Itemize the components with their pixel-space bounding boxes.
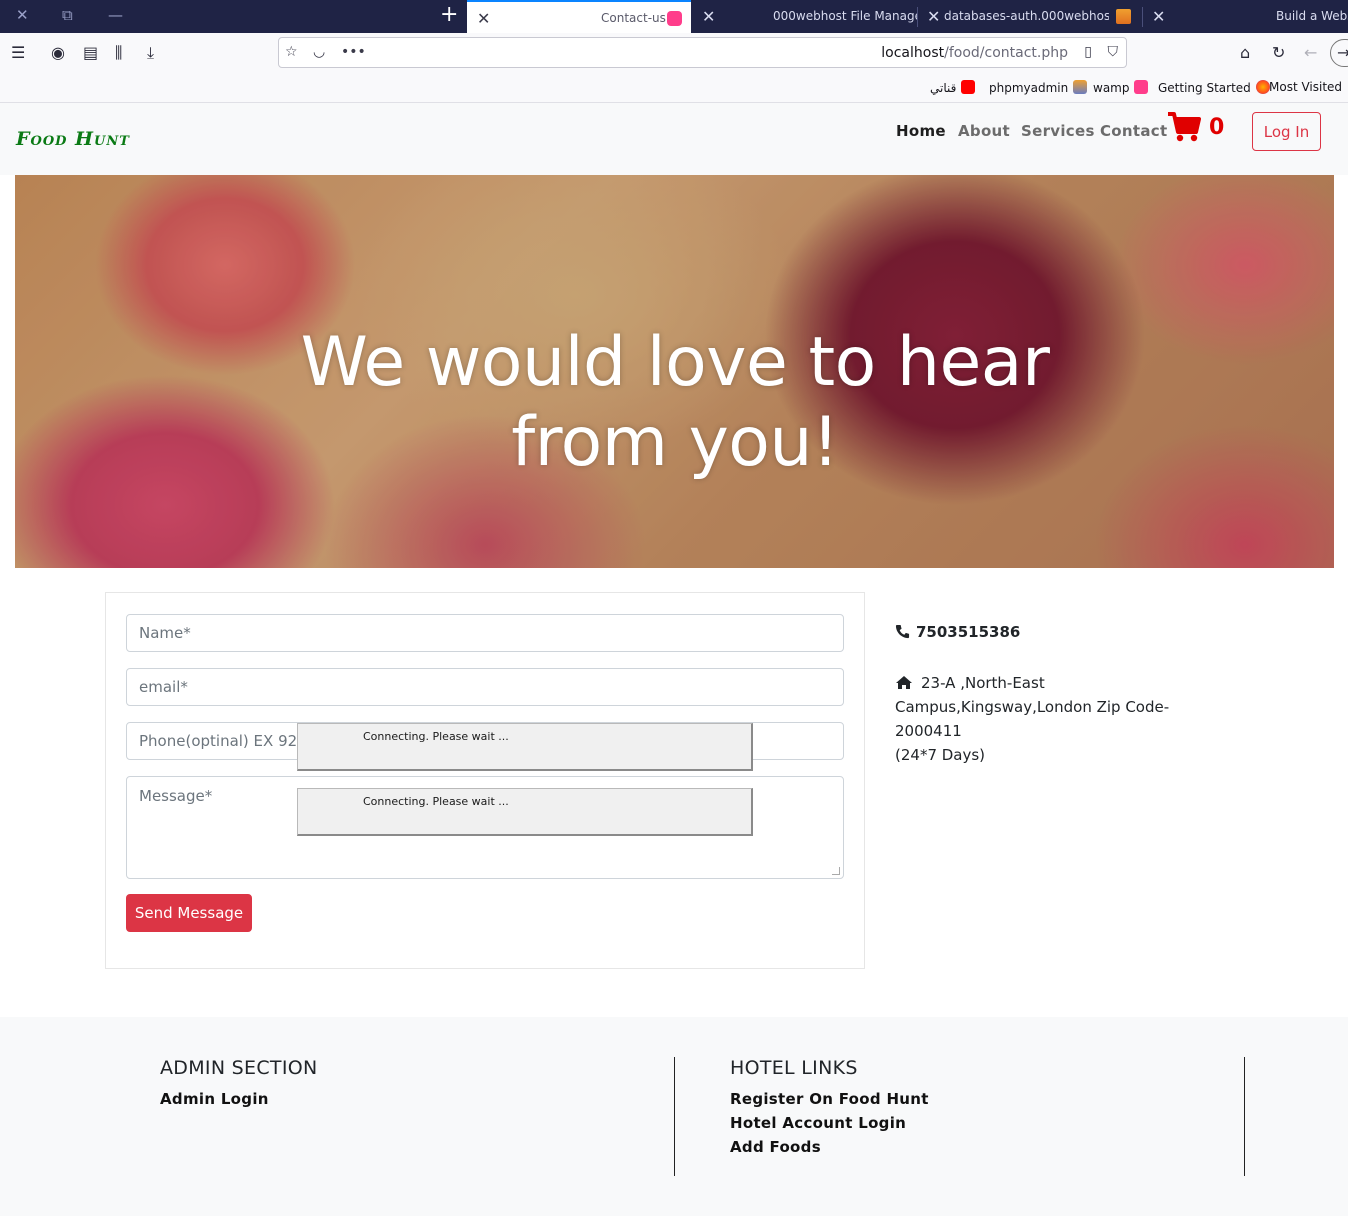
url-path: /food/contact.php (944, 45, 1068, 61)
hero-heading: We would love to hear from you! (245, 323, 1105, 483)
admin-section: ADMIN SECTION Admin Login (160, 1057, 318, 1111)
admin-heading: ADMIN SECTION (160, 1057, 318, 1079)
phone-icon (895, 624, 910, 639)
email-input[interactable]: email* (126, 668, 844, 706)
tab-title: databases-auth.000webhost.co (944, 9, 1109, 23)
address-line-3: (24*7 Days) (895, 746, 986, 764)
cart-icon[interactable] (1167, 111, 1201, 147)
url-host: localhost (881, 45, 945, 61)
nav-home[interactable]: Home (896, 122, 946, 140)
site-footer: ADMIN SECTION Admin Login HOTEL LINKS Re… (0, 1017, 1348, 1216)
bookmark-label: Getting Started (1158, 81, 1251, 95)
pocket-icon[interactable]: ◡ (313, 44, 325, 60)
tab-title: Build a Websi (1276, 9, 1348, 23)
reader-view-icon[interactable]: ▤ (83, 43, 98, 62)
footer-divider (1244, 1057, 1245, 1176)
tab-file-manager[interactable]: ✕ 000webhost File Manager (691, 0, 917, 33)
nav-about[interactable]: About (958, 122, 1010, 140)
hotel-links-section: HOTEL LINKS Register On Food Hunt Hotel … (730, 1057, 929, 1159)
download-icon[interactable]: ⤓ (147, 43, 154, 63)
reload-icon[interactable]: ↻ (1272, 43, 1285, 62)
home-icon[interactable]: ⌂ (1240, 43, 1250, 62)
wamp-icon (1134, 80, 1149, 94)
bookmark-phpmyadmin[interactable]: phpmyadmin (989, 80, 1088, 95)
close-tab-icon[interactable]: ✕ (477, 2, 490, 33)
connecting-dialog: Connecting. Please wait ... (297, 723, 753, 771)
message-placeholder: Message* (139, 787, 213, 805)
bookmark-star-icon[interactable]: ☆ (285, 44, 298, 60)
restore-window-icon[interactable]: ⧉ (62, 6, 73, 24)
bookmark-label: wamp (1093, 81, 1130, 95)
minimize-window-icon[interactable]: — (108, 6, 123, 24)
send-message-button[interactable]: Send Message (126, 894, 252, 932)
close-window-icon[interactable]: ✕ (16, 6, 29, 24)
address-line-1: 23-A ,North-East (921, 674, 1045, 692)
hero-banner: We would love to hear from you! (15, 175, 1334, 568)
resize-handle-icon[interactable] (832, 867, 840, 875)
account-icon[interactable]: ◉ (51, 43, 65, 62)
bookmarks-bar: قناتي phpmyadmin wamp Getting Started Mo… (0, 73, 1348, 103)
bookmark-my-channel[interactable]: قناتي (930, 80, 976, 95)
bookmark-getting-started[interactable]: Getting Started (1158, 80, 1270, 95)
tab-databases-auth[interactable]: ✕ databases-auth.000webhost.co (918, 0, 1142, 33)
hero-line-2: from you! (511, 403, 839, 482)
name-input[interactable]: Name* (126, 614, 844, 652)
add-foods-link[interactable]: Add Foods (730, 1135, 929, 1159)
url-text[interactable]: localhost/food/contact.php (881, 45, 1068, 61)
menu-icon[interactable]: ☰ (11, 43, 25, 62)
cart-count[interactable]: 0 (1209, 115, 1224, 140)
tab-build-website[interactable]: ✕ Build a Websi (1143, 0, 1348, 33)
pma-favicon-icon (1116, 9, 1131, 24)
bookmark-label: قناتي (930, 81, 957, 95)
tab-contact-us[interactable]: ✕ Contact-us (467, 0, 691, 33)
address-line-2: Campus,Kingsway,London Zip Code-2000411 (895, 698, 1170, 740)
pma-icon (1073, 80, 1088, 94)
new-tab-icon[interactable]: + (440, 2, 458, 27)
home-icon (896, 676, 912, 689)
register-link[interactable]: Register On Food Hunt (730, 1087, 929, 1111)
address: 23-A ,North-East Campus,Kingsway,London … (895, 671, 1225, 767)
hotel-login-link[interactable]: Hotel Account Login (730, 1111, 929, 1135)
login-button[interactable]: Log In (1252, 112, 1321, 151)
youtube-icon (961, 80, 976, 94)
shield-icon[interactable]: ⛉ (1108, 44, 1119, 60)
browser-tab-bar: ✕ ⧉ — + ✕ Contact-us ✕ 000webhost File M… (0, 0, 1348, 33)
phone-text: 7503515386 (916, 623, 1021, 641)
bookmark-most-visited[interactable]: Most Visited⚙ (1269, 80, 1348, 96)
admin-login-link[interactable]: Admin Login (160, 1087, 318, 1111)
browser-toolbar: ☰ ◉ ▤ ⫼ ⤓ ☆ ◡ ••• localhost/food/contact… (0, 33, 1348, 73)
bookmark-label: phpmyadmin (989, 81, 1069, 95)
close-tab-icon[interactable]: ✕ (1152, 0, 1165, 33)
brand-logo[interactable]: Food Hunt (16, 128, 130, 150)
connecting-dialog: Connecting. Please wait ... (297, 788, 753, 836)
hotel-heading: HOTEL LINKS (730, 1057, 858, 1079)
tab-title: 000webhost File Manager (773, 9, 917, 23)
tab-title: Contact-us (601, 11, 666, 25)
close-tab-icon[interactable]: ✕ (702, 0, 715, 33)
hero-line-1: We would love to hear (300, 323, 1050, 402)
firefox-icon (1255, 80, 1270, 94)
page-info-icon[interactable]: ▯ (1084, 44, 1092, 60)
forward-icon[interactable]: → (1330, 39, 1348, 67)
phone-number: 7503515386 (895, 623, 1020, 641)
library-icon[interactable]: ⫼ (115, 43, 122, 63)
nav-services[interactable]: Services (1021, 122, 1095, 140)
more-actions-icon[interactable]: ••• (341, 44, 366, 60)
close-tab-icon[interactable]: ✕ (927, 0, 940, 33)
back-icon[interactable]: ← (1304, 43, 1317, 62)
footer-divider (674, 1057, 675, 1176)
nav-contact[interactable]: Contact (1100, 122, 1167, 140)
site-navbar: Food Hunt Home About Services Contact 0 … (0, 103, 1348, 175)
contact-form: Name* email* Phone(optinal) EX 9213 Mess… (105, 592, 865, 969)
favicon-icon (667, 11, 682, 26)
bookmark-wamp[interactable]: wamp (1093, 80, 1149, 95)
bookmark-label: Most Visited (1269, 80, 1343, 94)
url-bar[interactable]: ☆ ◡ ••• localhost/food/contact.php ▯ ⛉ (278, 37, 1127, 68)
